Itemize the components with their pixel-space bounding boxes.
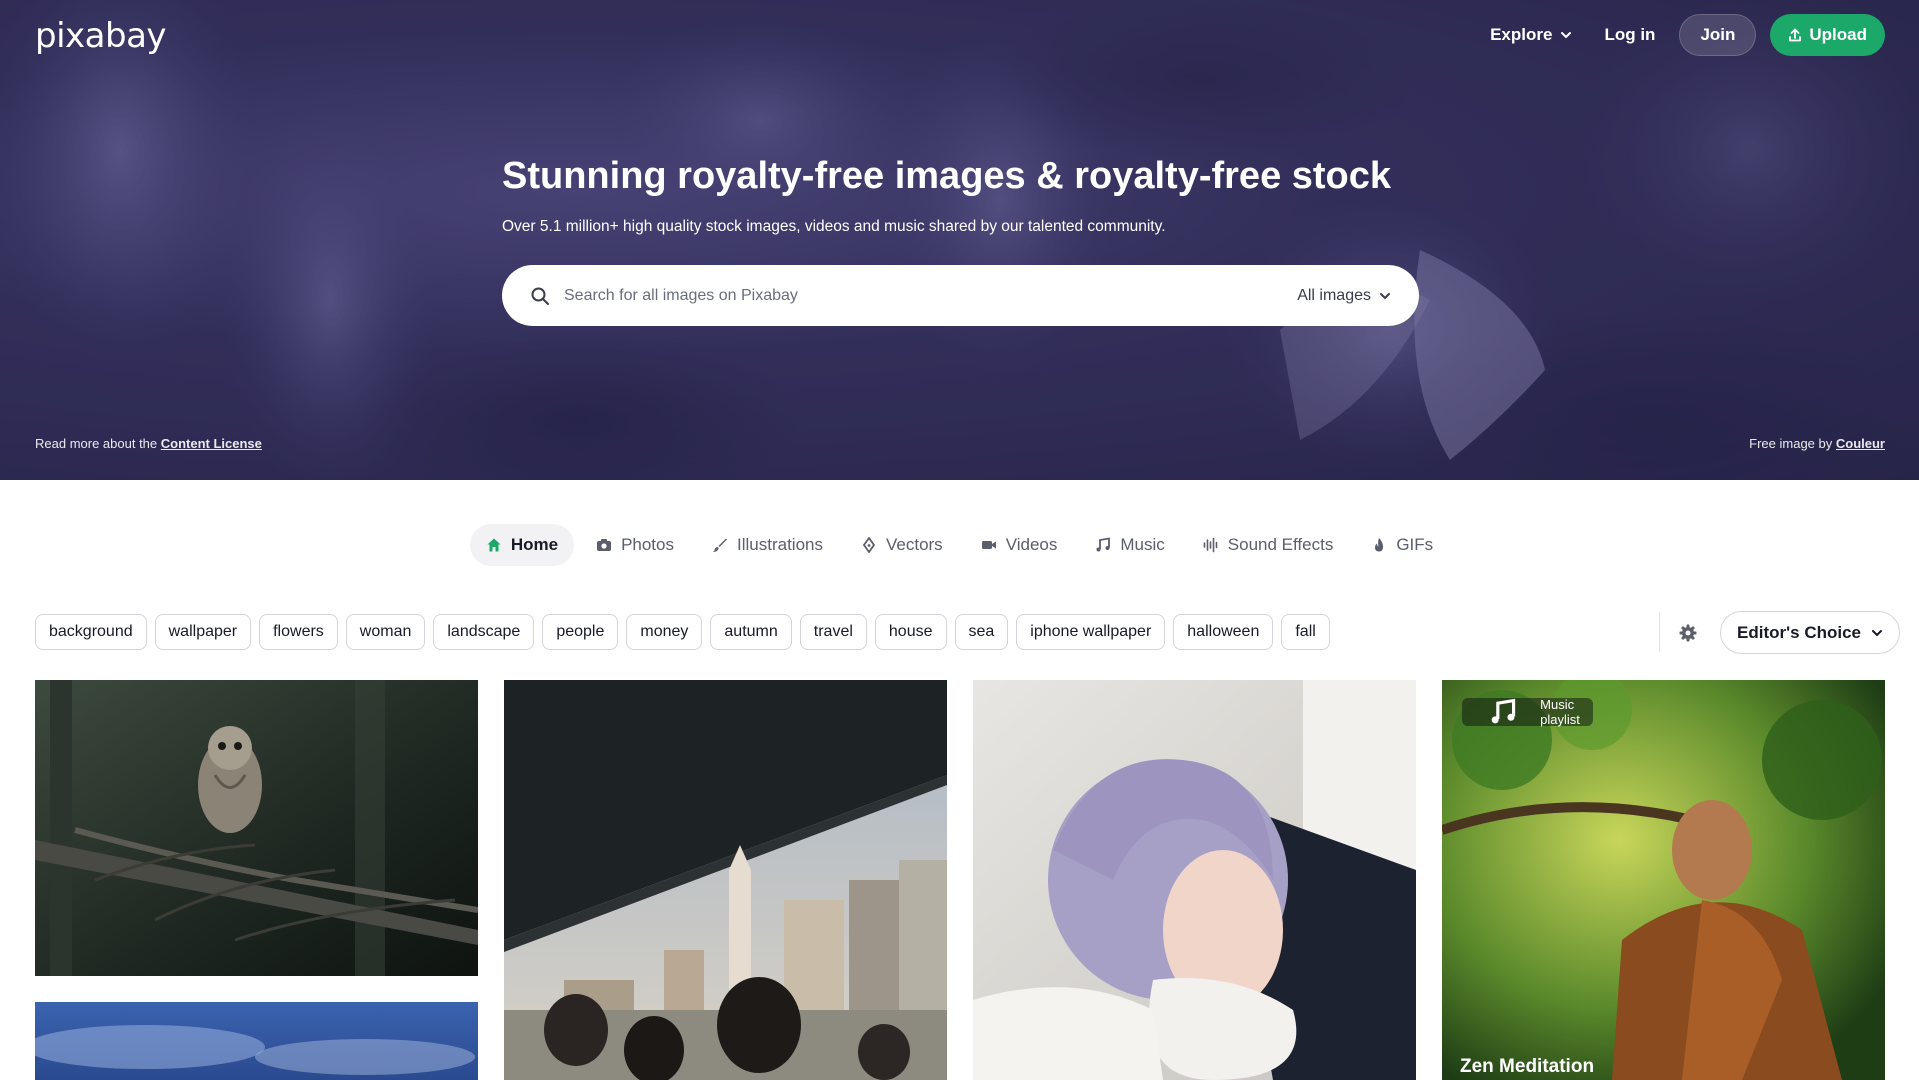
toolbar-divider — [1659, 612, 1660, 652]
tag-chip[interactable]: iphone wallpaper — [1016, 614, 1166, 650]
playlist-card-zen-meditation[interactable]: Music playlist Zen Meditation — [1442, 680, 1885, 1080]
hero-subtitle: Over 5.1 million+ high quality stock ima… — [502, 218, 1166, 235]
tag-chip[interactable]: people — [542, 614, 619, 650]
tab-label: Illustrations — [737, 535, 823, 554]
brush-icon — [713, 538, 727, 552]
tag-chip[interactable]: house — [874, 614, 947, 650]
pen-nib-icon — [862, 537, 876, 553]
waveform-icon — [1203, 537, 1218, 553]
hero-overlay — [0, 0, 1919, 480]
sort-dropdown[interactable]: Editor's Choice — [1720, 611, 1901, 654]
sky-photo — [35, 1002, 478, 1080]
tab-label: Videos — [1005, 535, 1058, 554]
explore-label: Explore — [1490, 25, 1553, 44]
image-card-owl[interactable] — [35, 680, 478, 976]
city-photo — [504, 680, 947, 1080]
tag-chip[interactable]: sea — [954, 614, 1009, 650]
monk-photo — [1442, 680, 1885, 1080]
tag-chip[interactable]: autumn — [710, 614, 792, 650]
flame-icon — [1375, 538, 1384, 552]
owl-photo — [35, 680, 478, 976]
image-card-woman[interactable] — [973, 680, 1416, 1080]
image-card-sky[interactable] — [35, 1002, 478, 1080]
tag-chip[interactable]: fall — [1281, 614, 1330, 650]
credit-author-link[interactable]: Couleur — [1836, 436, 1885, 451]
music-note-icon — [1491, 698, 1516, 724]
hero-title: Stunning royalty-free images & royalty-f… — [502, 155, 1392, 197]
tab-sound-effects[interactable]: Sound Effects — [1187, 524, 1350, 566]
media-type-tabs: Home Photos Illustrations Vectors Videos… — [0, 524, 1919, 566]
tag-chip[interactable]: halloween — [1173, 614, 1274, 650]
tab-gifs[interactable]: GIFs — [1355, 524, 1449, 566]
tab-label: Home — [510, 535, 559, 554]
tag-chip[interactable]: flowers — [259, 614, 338, 650]
video-icon — [981, 541, 996, 549]
search-type-dropdown[interactable]: All images — [1297, 287, 1391, 305]
tab-label: Photos — [621, 535, 674, 554]
content-license-note: Read more about the Content License — [35, 436, 262, 451]
tab-label: Sound Effects — [1227, 535, 1334, 554]
trending-tags: background wallpaper flowers woman lands… — [35, 614, 1330, 650]
join-button[interactable]: Join — [1679, 14, 1757, 56]
camera-icon — [597, 539, 612, 551]
gear-icon[interactable] — [1677, 622, 1699, 644]
tag-chip[interactable]: landscape — [433, 614, 535, 650]
tab-label: GIFs — [1396, 535, 1434, 554]
license-prefix: Read more about the — [35, 436, 158, 451]
top-nav: Explore Log in Join Upload — [1474, 14, 1885, 56]
search-type-label: All images — [1297, 286, 1371, 304]
pixabay-logo[interactable]: pixabay — [35, 16, 167, 56]
tab-label: Vectors — [885, 535, 943, 554]
chevron-down-icon — [1872, 629, 1883, 636]
tab-illustrations[interactable]: Illustrations — [696, 524, 839, 566]
tab-photos[interactable]: Photos — [580, 524, 690, 566]
music-note-icon — [1096, 537, 1111, 552]
tab-vectors[interactable]: Vectors — [845, 524, 959, 566]
hero-banner: pixabay Explore Log in Join Upload Stunn… — [0, 0, 1919, 480]
tag-chip[interactable]: money — [626, 614, 703, 650]
upload-button[interactable]: Upload — [1770, 14, 1885, 56]
tab-videos[interactable]: Videos — [965, 524, 1074, 566]
tag-chip[interactable]: wallpaper — [154, 614, 252, 650]
chevron-down-icon — [1561, 32, 1572, 39]
tab-music[interactable]: Music — [1079, 524, 1180, 566]
image-card-city[interactable] — [504, 680, 947, 1080]
tab-label: Music — [1120, 535, 1165, 554]
upload-label: Upload — [1809, 25, 1867, 44]
credit-prefix: Free image by — [1749, 436, 1833, 451]
playlist-title: Zen Meditation — [1460, 1056, 1595, 1077]
music-playlist-badge: Music playlist — [1462, 697, 1594, 727]
playlist-badge-label: Music playlist — [1540, 697, 1580, 727]
search-input[interactable] — [564, 286, 1298, 305]
explore-menu-button[interactable]: Explore — [1474, 15, 1588, 55]
tag-chip[interactable]: woman — [345, 614, 426, 650]
login-link[interactable]: Log in — [1588, 15, 1671, 55]
search-bar: All images — [502, 265, 1419, 326]
chevron-down-icon — [1380, 292, 1390, 299]
upload-icon — [1789, 28, 1802, 42]
content-license-link[interactable]: Content License — [161, 436, 262, 451]
image-credit: Free image by Couleur — [1749, 436, 1885, 451]
tag-chip[interactable]: background — [35, 614, 147, 650]
woman-photo — [973, 680, 1416, 1080]
home-icon — [487, 538, 501, 552]
tag-chip[interactable]: travel — [799, 614, 867, 650]
search-icon[interactable] — [530, 286, 550, 306]
sort-label: Editor's Choice — [1737, 622, 1862, 642]
tab-home[interactable]: Home — [469, 524, 575, 566]
